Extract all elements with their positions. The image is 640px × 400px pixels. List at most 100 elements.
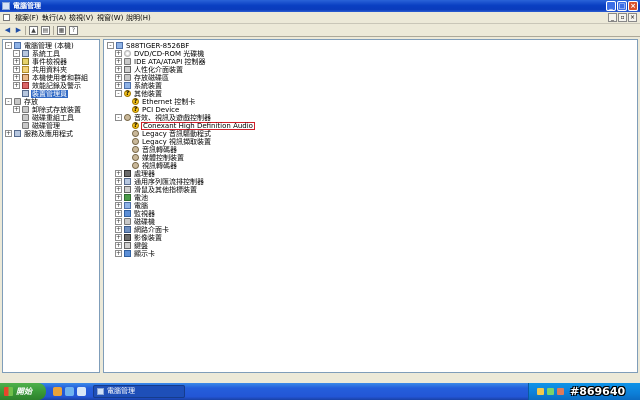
system-device-icon <box>124 82 131 89</box>
expand-toggle[interactable]: + <box>115 50 122 57</box>
back-arrow-icon[interactable]: ◀ <box>3 26 12 35</box>
device-label: 媒體控制裝置 <box>142 154 184 162</box>
warning-icon: ? <box>132 122 139 129</box>
start-button[interactable]: 開始 <box>0 383 46 400</box>
computer-icon <box>124 202 131 209</box>
collapse-toggle[interactable]: - <box>5 42 12 49</box>
collapse-toggle[interactable]: - <box>115 90 122 97</box>
help-icon[interactable]: ? <box>69 26 78 35</box>
warning-icon: ? <box>124 90 131 97</box>
collapse-toggle[interactable]: - <box>5 98 12 105</box>
device-label: 音訊轉碼器 <box>142 146 177 154</box>
expand-toggle[interactable]: + <box>115 218 122 225</box>
tools-icon <box>22 50 29 57</box>
start-label: 開始 <box>16 387 32 396</box>
menu-window[interactable]: 視窗(W) <box>96 14 124 23</box>
expand-toggle[interactable]: + <box>13 106 20 113</box>
show-tree-icon[interactable]: ▤ <box>41 26 50 35</box>
tray-icon[interactable] <box>547 388 554 395</box>
collapse-toggle[interactable]: - <box>13 50 20 57</box>
device-label: 處理器 <box>134 170 155 178</box>
mdi-document-icon[interactable] <box>3 14 10 21</box>
tree-item-label: 磁碟管理 <box>32 122 60 130</box>
watermark-text: #869640 <box>570 385 626 398</box>
device-label: 影像裝置 <box>134 234 162 242</box>
expand-toggle[interactable]: + <box>13 74 20 81</box>
show-desktop-icon[interactable] <box>77 387 86 396</box>
up-folder-icon[interactable]: ▲ <box>29 26 38 35</box>
expand-toggle[interactable]: + <box>115 66 122 73</box>
close-button[interactable]: × <box>628 1 638 11</box>
expand-toggle[interactable]: + <box>115 178 122 185</box>
toolbar-separator <box>53 26 54 35</box>
tree-item-label: 存放 <box>24 98 38 106</box>
device-label: 滑鼠及其他指標裝置 <box>134 186 197 194</box>
battery-icon <box>124 194 131 201</box>
tree-item-label: 事件檢視器 <box>32 58 67 66</box>
tree-item-label: 系統工具 <box>32 50 60 58</box>
performance-icon <box>22 82 29 89</box>
expand-toggle[interactable]: + <box>115 250 122 257</box>
expand-toggle[interactable]: + <box>115 242 122 249</box>
sound-icon <box>124 114 131 121</box>
expand-toggle[interactable]: + <box>115 170 122 177</box>
mdi-close-button[interactable]: × <box>628 13 637 22</box>
cdrom-icon <box>124 50 131 57</box>
expand-toggle[interactable]: + <box>115 210 122 217</box>
menu-action[interactable]: 執行(A) <box>41 14 67 23</box>
expand-toggle[interactable]: + <box>115 194 122 201</box>
mdi-restore-button[interactable]: ▫ <box>618 13 627 22</box>
tree-item-label: 服務及應用程式 <box>24 130 73 138</box>
tray-icon[interactable] <box>537 388 544 395</box>
device-label: Legacy 視訊擷取裝置 <box>142 138 212 146</box>
properties-icon[interactable]: ▦ <box>57 26 66 35</box>
tree-item-label: 裝置管理員 <box>31 90 68 98</box>
expand-toggle[interactable]: + <box>115 226 122 233</box>
menu-view[interactable]: 檢視(V) <box>68 14 94 23</box>
expand-toggle[interactable]: + <box>115 234 122 241</box>
computer-icon <box>14 42 21 49</box>
tree-item-label: 共用資料夾 <box>32 66 67 74</box>
expand-toggle[interactable]: + <box>5 130 12 137</box>
console-tree-pane[interactable]: - 電腦管理 (本機) - 系統工具 + 事件檢視器 + 共用資料夾 + 本機使… <box>2 39 100 373</box>
window-title: 電腦管理 <box>13 2 41 10</box>
minimize-button[interactable]: _ <box>606 1 616 11</box>
expand-toggle[interactable]: + <box>13 58 20 65</box>
device-label: 鍵盤 <box>134 242 148 250</box>
menu-file[interactable]: 檔案(F) <box>14 14 40 23</box>
sound-icon <box>132 162 139 169</box>
mdi-minimize-button[interactable]: _ <box>608 13 617 22</box>
device-label: 顯示卡 <box>134 250 155 258</box>
device-label: 通用序列匯流排控制器 <box>134 178 204 186</box>
defrag-icon <box>22 114 29 121</box>
services-icon <box>14 130 21 137</box>
taskbar-button-computer-management[interactable]: 電腦管理 <box>93 385 185 398</box>
collapse-toggle[interactable]: - <box>107 42 114 49</box>
removable-storage-icon <box>22 106 29 113</box>
taskbar-button-label: 電腦管理 <box>107 387 135 395</box>
menu-help[interactable]: 說明(H) <box>125 14 152 23</box>
device-tree-pane[interactable]: - S88TIGER-8526BF + DVD/CD-ROM 光碟機 + IDE… <box>103 39 638 373</box>
expand-toggle[interactable]: + <box>115 186 122 193</box>
internet-explorer-icon[interactable] <box>65 387 74 396</box>
expand-toggle[interactable]: + <box>13 82 20 89</box>
computer-management-icon <box>2 2 10 10</box>
expand-toggle[interactable]: + <box>115 82 122 89</box>
tree-item-label: 本機使用者和群組 <box>32 74 88 82</box>
device-label: DVD/CD-ROM 光碟機 <box>134 50 205 58</box>
expand-toggle[interactable]: + <box>115 74 122 81</box>
device-label: 音效、視訊及遊戲控制器 <box>134 114 211 122</box>
sound-icon <box>132 154 139 161</box>
collapse-toggle[interactable]: - <box>115 114 122 121</box>
expand-toggle[interactable]: + <box>115 58 122 65</box>
tray-icon[interactable] <box>557 388 564 395</box>
expand-toggle[interactable]: + <box>115 202 122 209</box>
device-label: S88TIGER-8526BF <box>126 42 190 50</box>
usb-icon <box>124 178 131 185</box>
quick-launch-icon[interactable] <box>53 387 62 396</box>
tree-item-label: 電腦管理 (本機) <box>24 42 74 50</box>
maximize-button[interactable]: □ <box>617 1 627 11</box>
device-label: 視訊轉碼器 <box>142 162 177 170</box>
forward-arrow-icon[interactable]: ▶ <box>14 26 23 35</box>
expand-toggle[interactable]: + <box>13 66 20 73</box>
